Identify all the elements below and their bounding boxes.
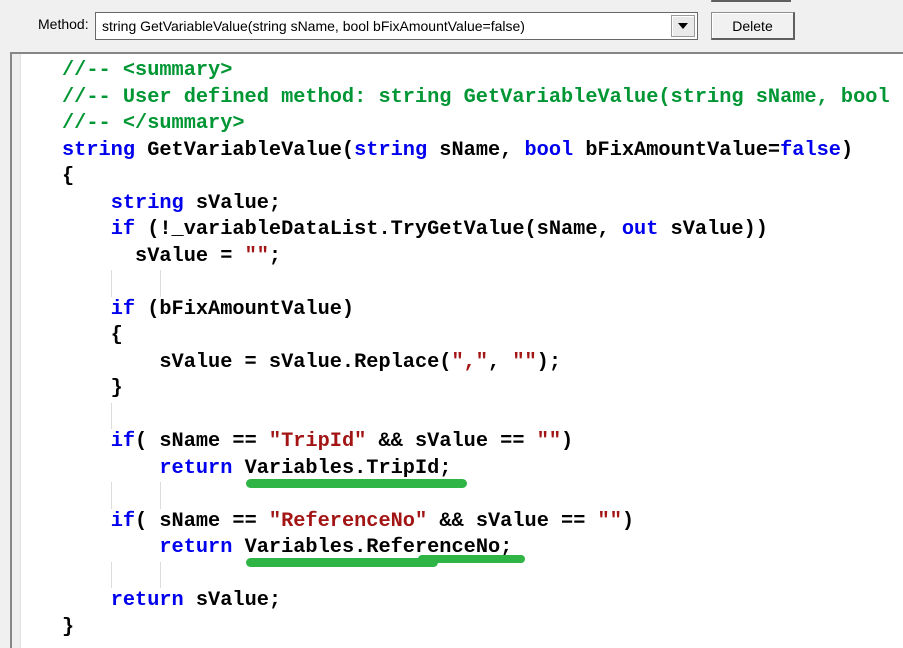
code-token	[62, 218, 111, 241]
code-token: ""	[245, 245, 269, 268]
code-token: && sValue ==	[366, 430, 536, 453]
indent-guide	[111, 482, 112, 509]
code-token	[62, 589, 111, 612]
code-token	[62, 430, 111, 453]
marker-underline-referenceno-extension	[418, 555, 525, 563]
code-line: return Variables.TripId;	[62, 456, 903, 483]
method-label: Method:	[38, 16, 89, 32]
code-line: //-- </summary>	[62, 111, 903, 138]
code-token: false	[780, 139, 841, 162]
code-token: "TripId"	[269, 430, 366, 453]
code-line	[62, 403, 903, 430]
code-line	[62, 482, 903, 509]
code-line: if (!_variableDataList.TryGetValue(sName…	[62, 217, 903, 244]
code-line: {	[62, 323, 903, 350]
indent-guide	[160, 562, 161, 589]
delete-button-label: Delete	[732, 18, 772, 34]
code-token: sValue;	[184, 192, 281, 215]
code-token: && sValue ==	[427, 510, 597, 533]
code-token: //-- <summary>	[62, 59, 232, 82]
code-token: }	[62, 377, 123, 400]
indent-guide	[111, 270, 112, 297]
code-token: if	[111, 298, 135, 321]
code-token: ""	[598, 510, 622, 533]
indent-guide	[160, 482, 161, 509]
code-token: }	[62, 616, 74, 639]
code-editor-margin	[12, 54, 21, 648]
code-token: bFixAmountValue=	[573, 139, 780, 162]
code-token: string	[62, 139, 135, 162]
delete-button[interactable]: Delete	[711, 12, 795, 40]
code-token: GetVariableValue(	[135, 139, 354, 162]
code-token: if	[111, 430, 135, 453]
indent-guide	[111, 403, 112, 430]
code-token: )	[622, 510, 634, 533]
code-line: //-- <summary>	[62, 58, 903, 85]
code-token: (!_variableDataList.TryGetValue(sName,	[135, 218, 622, 241]
code-token: Variables.TripId;	[232, 457, 451, 480]
code-line: return sValue;	[62, 588, 903, 615]
code-line: //-- User defined method: string GetVari…	[62, 85, 903, 112]
method-editor-window: Method: string GetVariableValue(string s…	[0, 0, 903, 648]
code-line: }	[62, 376, 903, 403]
code-token: //-- User defined method: string GetVari…	[62, 86, 890, 109]
code-token	[62, 192, 111, 215]
code-token: )	[841, 139, 853, 162]
code-token: );	[537, 351, 561, 374]
chevron-down-icon	[678, 23, 688, 29]
code-token: ,	[488, 351, 512, 374]
code-line: string GetVariableValue(string sName, bo…	[62, 138, 903, 165]
method-combobox[interactable]: string GetVariableValue(string sName, bo…	[95, 12, 698, 40]
code-line: {	[62, 164, 903, 191]
code-token: )	[561, 430, 573, 453]
code-token: ( sName ==	[135, 510, 269, 533]
code-token: sValue =	[62, 245, 245, 268]
code-token: sValue))	[658, 218, 768, 241]
code-token: ""	[537, 430, 561, 453]
code-editor[interactable]: //-- <summary> //-- User defined method: …	[10, 52, 903, 648]
marker-underline-referenceno	[246, 558, 438, 567]
code-token: out	[622, 218, 659, 241]
code-line: sValue = "";	[62, 244, 903, 271]
code-line: if( sName == "ReferenceNo" && sValue == …	[62, 509, 903, 536]
code-line	[62, 562, 903, 589]
code-token: //-- </summary>	[62, 112, 245, 135]
code-token: ""	[512, 351, 536, 374]
code-token: if	[111, 510, 135, 533]
code-token	[62, 298, 111, 321]
method-combobox-value: string GetVariableValue(string sName, bo…	[102, 13, 667, 39]
code-token: sValue;	[184, 589, 281, 612]
code-token: {	[62, 324, 123, 347]
code-token: ","	[451, 351, 488, 374]
code-token: return	[159, 536, 232, 559]
code-token: sName,	[427, 139, 524, 162]
code-line: string sValue;	[62, 191, 903, 218]
code-token: (bFixAmountValue)	[135, 298, 354, 321]
code-token: return	[159, 457, 232, 480]
indent-guide	[160, 270, 161, 297]
code-token: {	[62, 165, 74, 188]
code-line	[62, 270, 903, 297]
code-line: if( sName == "TripId" && sValue == "")	[62, 429, 903, 456]
code-token	[62, 457, 159, 480]
code-token	[62, 510, 111, 533]
code-token: sValue = sValue.Replace(	[62, 351, 451, 374]
code-token: ( sName ==	[135, 430, 269, 453]
indent-guide	[111, 562, 112, 589]
code-line: if (bFixAmountValue)	[62, 297, 903, 324]
code-token: string	[111, 192, 184, 215]
code-line: }	[62, 615, 903, 642]
code-token: return	[111, 589, 184, 612]
code-line: sValue = sValue.Replace(",", "");	[62, 350, 903, 377]
code-token: "ReferenceNo"	[269, 510, 427, 533]
marker-underline-tripid	[246, 479, 467, 488]
cropped-button-fragment	[711, 0, 791, 2]
code-token: bool	[525, 139, 574, 162]
toolbar: Method: string GetVariableValue(string s…	[0, 0, 903, 52]
code-token	[62, 536, 159, 559]
code-token: if	[111, 218, 135, 241]
method-combobox-dropdown-button[interactable]	[671, 15, 695, 37]
code-token: string	[354, 139, 427, 162]
code-token: ;	[269, 245, 281, 268]
